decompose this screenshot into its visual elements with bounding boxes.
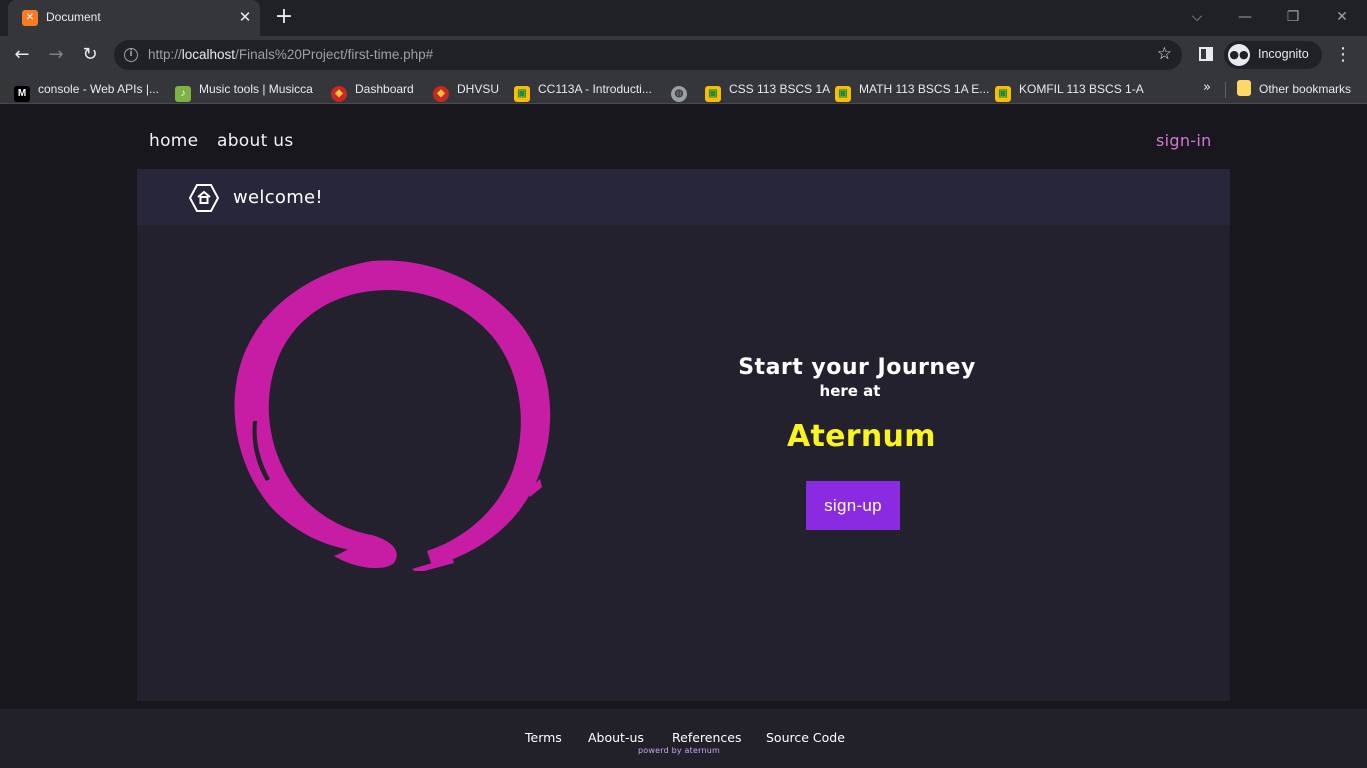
browser-menu-icon[interactable]: ⋮ [1334,44,1352,65]
classroom-icon: ▣ [514,86,530,102]
shield-logo-icon: ◆ [433,86,449,102]
incognito-icon: ●● [1228,44,1250,66]
tab-title: Document [46,10,101,24]
url-prefix: http:// [148,47,182,62]
bookmark-item[interactable]: Mconsole - Web APIs |... [14,80,159,102]
side-panel-icon[interactable] [1199,47,1213,61]
incognito-label: Incognito [1258,47,1309,61]
bookmark-label: KOMFIL 113 BSCS 1-A [1019,82,1144,96]
bookmark-label: console - Web APIs |... [38,82,159,96]
footer-references-link[interactable]: References [672,730,741,745]
restore-icon[interactable]: ❐ [1279,6,1307,28]
nav-home-link[interactable]: home [149,131,198,151]
bookmark-label: MATH 113 BSCS 1A E... [859,82,990,96]
home-hexagon-icon [189,184,219,212]
globe-icon: ◍ [671,86,687,102]
bookmarks-overflow-icon[interactable]: » [1203,80,1211,95]
site-info-icon[interactable]: i [124,48,138,62]
bookmark-label: Music tools | Musicca [199,82,313,96]
classroom-icon: ▣ [705,86,721,102]
cta-title: Start your Journey [738,355,976,380]
browser-tabbar: ✕ Document ✕ + ⌵ — ❐ ✕ [0,0,1367,36]
card-header: welcome! [137,169,1230,225]
new-tab-icon[interactable]: + [272,6,296,30]
url-path: /Finals%20Project/first-time.php# [235,47,434,62]
incognito-profile-button[interactable]: ●● Incognito [1224,41,1322,69]
footer: Terms About-us References Source Code po… [0,709,1367,768]
other-bookmarks-label: Other bookmarks [1259,82,1352,96]
url-host: localhost [181,47,236,62]
bookmark-item[interactable]: ▣ CSS 113 BSCS 1A [705,80,831,102]
xampp-favicon-icon: ✕ [22,10,38,26]
bookmark-item[interactable]: ◆ DHVSU [433,80,500,102]
browser-tab[interactable]: ✕ Document ✕ [8,0,260,36]
reload-icon[interactable]: ↻ [78,43,102,67]
bookmark-item[interactable]: ◆ Dashboard [331,80,414,102]
back-icon[interactable]: ← [10,43,34,67]
bookmark-item[interactable]: ▣ KOMFIL 113 BSCS 1-A [995,80,1144,102]
enso-circle-logo [234,260,551,571]
browser-toolbar: ← → ↻ i http://localhost/Finals%20Projec… [0,36,1367,74]
bookmarks-divider [1225,82,1226,98]
welcome-heading: welcome! [233,187,323,208]
bookmark-label: DHVSU [457,82,500,96]
cta-block: Start your Journey here at [697,355,1017,400]
signup-button[interactable]: sign-up [806,481,900,530]
tab-search-icon[interactable]: ⌵ [1183,6,1211,28]
footer-source-code-link[interactable]: Source Code [766,730,845,745]
welcome-card: welcome! Start your Journey here at Ater… [137,169,1230,701]
page: home about us sign-in welcome! Start you… [0,105,1367,768]
powered-by-text: powerd by aternum [638,746,721,755]
forward-icon[interactable]: → [44,43,68,67]
cta-subtitle: here at [819,382,881,400]
bookmark-item[interactable]: ♪ Music tools | Musicca [175,80,313,102]
folder-icon [1237,80,1251,96]
bookmark-label: CSS 113 BSCS 1A [729,82,831,96]
mdn-icon: M [14,86,30,102]
tab-close-icon[interactable]: ✕ [236,8,254,26]
footer-about-link[interactable]: About-us [588,730,644,745]
brand-name: Aternum [787,419,936,454]
bookmark-label: CC113A - Introducti... [538,82,652,96]
shield-logo-icon: ◆ [331,86,347,102]
classroom-icon: ▣ [995,86,1011,102]
address-bar[interactable]: i http://localhost/Finals%20Project/firs… [114,40,1182,70]
classroom-icon: ▣ [835,86,851,102]
top-navigation: home about us sign-in [137,105,1230,169]
music-note-icon: ♪ [175,86,191,102]
footer-terms-link[interactable]: Terms [525,730,562,745]
bookmark-item[interactable]: ▣ CC113A - Introducti... [514,80,652,102]
nav-signin-link[interactable]: sign-in [1156,131,1212,150]
close-window-icon[interactable]: ✕ [1328,6,1356,28]
bookmarks-bar: Mconsole - Web APIs |... ♪ Music tools | … [0,74,1367,104]
bookmark-item[interactable]: ▣ MATH 113 BSCS 1A E... [835,80,990,102]
minimize-icon[interactable]: — [1231,6,1259,28]
url-text[interactable]: http://localhost/Finals%20Project/first-… [148,47,433,62]
nav-about-link[interactable]: about us [217,131,293,151]
bookmark-item[interactable]: ◍ [671,80,695,102]
other-bookmarks[interactable]: Other bookmarks [1237,80,1351,98]
bookmark-star-icon[interactable]: ☆ [1157,44,1172,64]
bookmark-label: Dashboard [355,82,414,96]
